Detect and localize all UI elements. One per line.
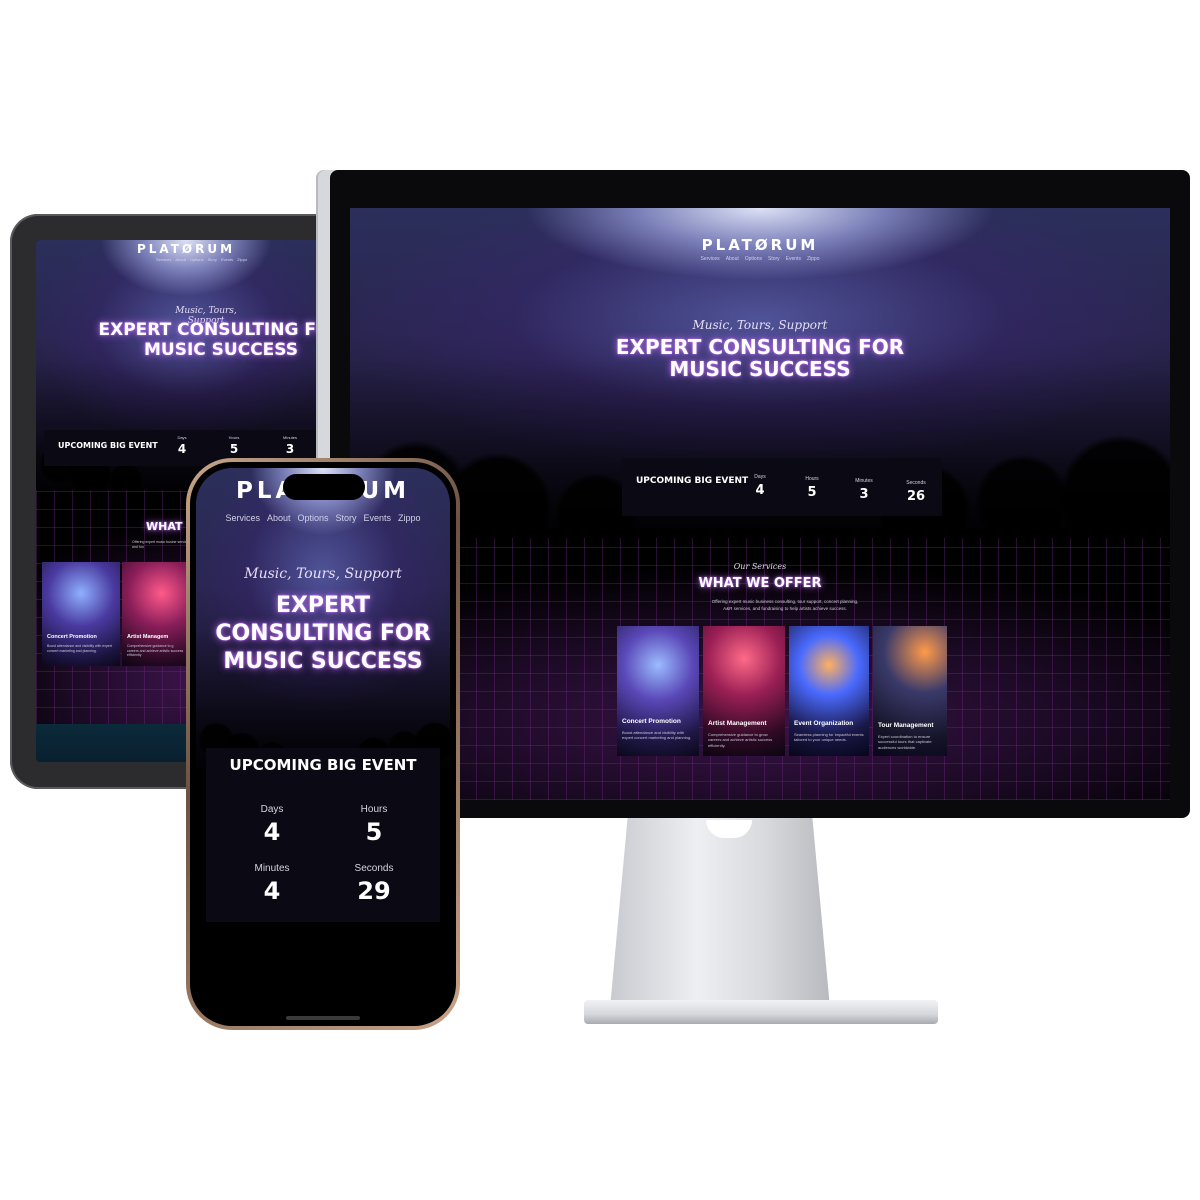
nav-item-options[interactable]: Options <box>190 257 204 262</box>
tagline: Music, Tours, Support <box>244 566 402 582</box>
nav-item-about[interactable]: About <box>726 256 739 262</box>
headline-line-2: MUSIC SUCCESS <box>669 357 851 381</box>
days-value: 4 <box>177 442 187 456</box>
hero-headline: EXPERT CONSULTING FOR MUSIC SUCCESS <box>350 336 1170 380</box>
nav-item-services[interactable]: Services <box>701 256 720 262</box>
nav-item-about[interactable]: About <box>267 513 291 523</box>
site-logo[interactable]: PLATØRUM <box>36 242 336 256</box>
nav-item-options[interactable]: Options <box>745 256 762 262</box>
service-card[interactable]: Tour Management Expert coordination to e… <box>873 626 947 756</box>
services-description: Offering expert music business consultin… <box>711 599 859 611</box>
nav-item-story[interactable]: Story <box>208 257 217 262</box>
headline-line-2: MUSIC SUCCESS <box>143 340 299 360</box>
hours-value: 5 <box>229 442 239 456</box>
hero-headline: EXPERT CONSULTING FOR MUSIC SUCCESS <box>76 320 336 360</box>
card-description: Seamless planning for impactful events t… <box>794 732 864 743</box>
minutes-label: Minutes <box>855 478 873 484</box>
card-title: Artist Managem <box>127 634 169 640</box>
nav-item-events[interactable]: Events <box>221 257 233 262</box>
tagline: Music, Tours, Support <box>692 318 828 332</box>
nav-item-about[interactable]: About <box>175 257 185 262</box>
card-title: Concert Promotion <box>47 634 97 640</box>
nav-item-events[interactable]: Events <box>364 513 392 523</box>
monitor-stand-base <box>584 1000 938 1024</box>
event-title: UPCOMING BIG EVENT <box>229 756 417 774</box>
services-kicker: Our Services <box>733 562 787 571</box>
event-title: UPCOMING BIG EVENT <box>636 476 749 486</box>
minutes-value: 3 <box>859 487 869 502</box>
nav-item-events[interactable]: Events <box>786 256 801 262</box>
monitor-stand-neck <box>610 818 830 1008</box>
nav-item-story[interactable]: Story <box>336 513 357 523</box>
event-countdown: UPCOMING BIG EVENT Days 4 Hours 5 Minute… <box>206 748 440 922</box>
minutes-value: 4 <box>263 877 281 905</box>
service-card[interactable]: Artist Managem Comprehensive guidance to… <box>122 562 188 666</box>
minutes-value: 3 <box>285 442 295 456</box>
nav-item-zippo[interactable]: Zippo <box>807 256 820 262</box>
nav-item-services[interactable]: Services <box>225 513 260 523</box>
seconds-label: Seconds <box>906 480 926 486</box>
phone-nav: Services About Options Story Events Zipp… <box>196 513 450 523</box>
nav-item-zippo[interactable]: Zippo <box>237 257 247 262</box>
dynamic-island <box>283 474 365 500</box>
desktop-nav: Services About Options Story Events Zipp… <box>350 256 1170 262</box>
hours-label: Hours <box>228 435 240 440</box>
card-title: Artist Management <box>708 720 767 727</box>
phone-screen: PLATØRUM Services About Options Story Ev… <box>196 468 450 1020</box>
card-description: Comprehensive guidance to g careers and … <box>127 644 184 658</box>
services-title: WHAT WE OFFER <box>698 576 822 591</box>
hours-label: Hours <box>360 804 388 815</box>
headline-line-1: EXPERT CONSULTING FOR <box>615 335 905 359</box>
seconds-value: 29 <box>357 877 391 905</box>
days-value: 4 <box>263 818 281 846</box>
card-title: Concert Promotion <box>622 718 681 725</box>
home-indicator[interactable] <box>286 1016 360 1020</box>
tablet-nav: Services About Options Story Events Zipp… <box>156 257 247 262</box>
services-title: WHAT <box>146 520 183 533</box>
nav-item-zippo[interactable]: Zippo <box>398 513 421 523</box>
days-label: Days <box>260 804 284 815</box>
minutes-label: Minutes <box>254 863 290 874</box>
card-description: Boost attendance and visibility with exp… <box>47 644 112 653</box>
event-title: UPCOMING BIG EVENT <box>58 441 158 450</box>
nav-item-options[interactable]: Options <box>297 513 328 523</box>
card-title: Tour Management <box>878 722 934 729</box>
days-value: 4 <box>755 483 765 498</box>
service-card[interactable]: Artist Management Comprehensive guidance… <box>703 626 785 756</box>
card-description: Boost attendance and visibility with exp… <box>622 730 692 741</box>
hero-headline: EXPERT CONSULTING FOR MUSIC SUCCESS <box>215 593 431 674</box>
site-logo[interactable]: PLATØRUM <box>350 236 1170 254</box>
service-card[interactable]: Concert Promotion Boost attendance and v… <box>617 626 699 756</box>
hours-label: Hours <box>805 476 819 482</box>
card-description: Comprehensive guidance to grow careers a… <box>708 732 773 748</box>
hours-value: 5 <box>807 485 817 500</box>
card-title: Event Organization <box>794 720 854 727</box>
nav-item-story[interactable]: Story <box>768 256 780 262</box>
services-description: Offering expert music busine services, a… <box>132 540 192 549</box>
seconds-label: Seconds <box>354 863 394 874</box>
headline-line-1: EXPERT CONSULTING FOR <box>98 320 336 340</box>
card-description: Expert coordination to ensure successful… <box>878 734 932 750</box>
service-card[interactable]: Concert Promotion Boost attendance and v… <box>42 562 120 666</box>
days-label: Days <box>754 474 766 480</box>
hours-value: 5 <box>365 818 383 846</box>
days-label: Days <box>177 435 187 440</box>
seconds-value: 26 <box>906 489 926 504</box>
service-card[interactable]: Event Organization Seamless planning for… <box>789 626 869 756</box>
event-countdown: UPCOMING BIG EVENT Days 4 Hours 5 Minute… <box>622 458 942 516</box>
nav-item-services[interactable]: Services <box>156 257 171 262</box>
minutes-label: Minutes <box>282 435 297 440</box>
desktop-screen: PLATØRUM Services About Options Story Ev… <box>350 208 1170 800</box>
